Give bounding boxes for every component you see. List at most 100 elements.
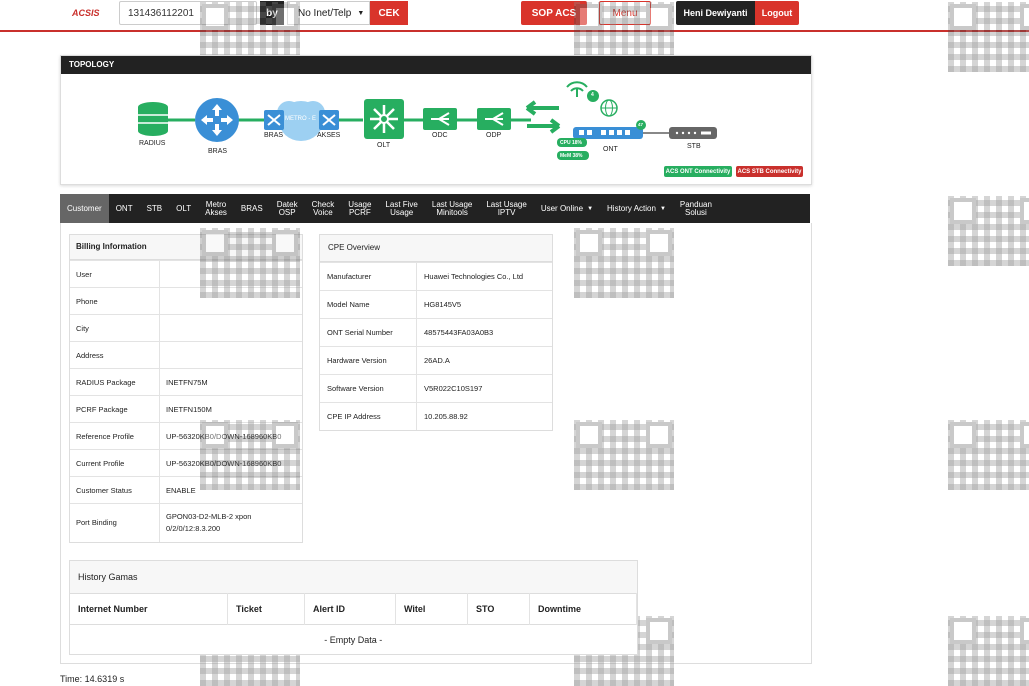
topology-title: TOPOLOGY: [61, 56, 811, 74]
column-header: Downtime: [529, 593, 637, 625]
row-key: Phone: [70, 287, 160, 315]
tab-bar: Customer ONT STB OLT Metro Akses BRAS Da…: [60, 194, 810, 223]
table-row: RADIUS Package INETFN75M: [70, 368, 302, 396]
row-key: Customer Status: [70, 476, 160, 504]
table-header-row: Internet Number Ticket Alert ID Witel ST…: [70, 593, 637, 625]
column-header: Ticket: [227, 593, 305, 625]
panel-title: CPE Overview: [320, 235, 552, 262]
tab-label: STB: [146, 203, 163, 213]
tab-label: OLT: [176, 203, 192, 213]
table-row: Address: [70, 341, 302, 369]
user-name-button[interactable]: Heni Dewiyanti: [676, 1, 755, 25]
row-key: Port Binding: [70, 503, 160, 542]
ont-port-badge: 47: [638, 122, 644, 127]
cpe-table: Manufacturer Huawei Technologies Co., Ltd…: [320, 262, 552, 430]
column-header: Internet Number: [70, 593, 228, 625]
watermark-qr-pattern: [574, 420, 674, 490]
node-label-akses: AKSES: [317, 132, 341, 139]
tab-datek-osp[interactable]: Datek OSP: [270, 194, 305, 223]
watermark-qr-pattern: [574, 228, 674, 298]
acs-ont-connectivity-badge[interactable]: ACS ONT Connectivity: [664, 166, 732, 177]
tab-label: History Action: [607, 203, 656, 213]
odc-icon: [423, 108, 457, 130]
tab-check-voice[interactable]: Check Voice: [305, 194, 342, 223]
node-label-ont: ONT: [603, 146, 618, 153]
table-row: City: [70, 314, 302, 342]
node-label-bras: BRAS: [264, 132, 284, 139]
row-key: Hardware Version: [320, 346, 417, 375]
row-value: GPON03-D2-MLB-2 xpon 0/2/0/12:8.3.200: [159, 503, 302, 542]
cpe-overview-panel: CPE Overview Manufacturer Huawei Technolo…: [319, 234, 553, 431]
topology-panel: TOPOLOGY RADIUS BRAS BRAS METRO - E AKSE…: [60, 55, 812, 185]
tab-label: User Online: [540, 203, 584, 213]
tab-label: Last Usage Minitools: [431, 199, 473, 217]
row-key: Software Version: [320, 374, 417, 403]
tab-label: Panduan Solusi: [679, 199, 712, 217]
router-icon: [195, 98, 239, 142]
row-value: INETFN75M: [159, 368, 302, 396]
tab-label: Datek OSP: [276, 199, 298, 217]
node-label-olt: OLT: [377, 142, 391, 149]
tab-label: Check Voice: [311, 199, 335, 217]
tab-metro-akses[interactable]: Metro Akses: [198, 194, 234, 223]
table-row: CPE IP Address 10.205.88.92: [320, 402, 552, 430]
row-value: 10.205.88.92: [416, 402, 552, 430]
tab-label: Usage PCRF: [348, 199, 372, 217]
history-gamas-panel: History Gamas Internet Number Ticket Ale…: [69, 560, 638, 655]
column-header: Alert ID: [304, 593, 396, 625]
tab-label: ONT: [115, 203, 133, 213]
empty-data-text: - Empty Data -: [70, 624, 637, 654]
node-label-radius: RADIUS: [139, 140, 166, 147]
row-key: Reference Profile: [70, 422, 160, 450]
node-label-bras: BRAS: [208, 148, 228, 155]
tab-last-five-usage[interactable]: Last Five Usage: [378, 194, 424, 223]
row-key: User: [70, 260, 160, 288]
tab-stb[interactable]: STB: [140, 194, 170, 223]
search-type-value: No Inet/Telp: [298, 7, 352, 19]
tab-panduan-solusi[interactable]: Panduan Solusi: [673, 194, 719, 223]
tab-ont[interactable]: ONT: [109, 194, 140, 223]
watermark-qr-pattern: [948, 420, 1029, 490]
ont-device-icon: [573, 120, 646, 139]
row-key: Address: [70, 341, 160, 369]
tab-label: Last Five Usage: [385, 199, 418, 217]
watermark-qr-pattern: [948, 196, 1029, 266]
table-row: Hardware Version 26AD.A: [320, 346, 552, 375]
tab-last-usage-minitools[interactable]: Last Usage Minitools: [425, 194, 479, 223]
watermark-qr-pattern: [200, 420, 300, 490]
tab-label: Last Usage IPTV: [486, 199, 527, 217]
mem-usage: MeM 38%: [560, 153, 583, 159]
row-key: City: [70, 314, 160, 342]
tab-bras[interactable]: BRAS: [234, 194, 270, 223]
top-navbar: ACSIS by No Inet/Telp ▼ CEK SOP ACS Menu…: [0, 0, 1029, 32]
row-key: RADIUS Package: [70, 368, 160, 396]
row-value: 48575443FA03A0B3: [416, 318, 552, 347]
tab-user-online[interactable]: User Online ▼: [534, 194, 600, 223]
table-row: Port Binding GPON03-D2-MLB-2 xpon 0/2/0/1…: [70, 503, 302, 542]
logout-button[interactable]: Logout: [755, 1, 799, 25]
row-value: [159, 314, 302, 342]
tab-customer[interactable]: Customer: [60, 194, 109, 223]
tab-label: BRAS: [240, 203, 263, 213]
column-header: Witel: [395, 593, 468, 625]
row-key: PCRF Package: [70, 395, 160, 423]
watermark-qr-pattern: [200, 228, 300, 298]
billing-table: User Phone City Address RADIUS Package IN…: [70, 260, 302, 542]
watermark-qr-pattern: [948, 2, 1029, 72]
cek-button[interactable]: CEK: [370, 1, 408, 25]
node-label-stb: STB: [687, 143, 701, 150]
row-value: Huawei Technologies Co., Ltd: [416, 262, 552, 291]
node-label-odp: ODP: [486, 132, 502, 139]
response-time: Time: 14.6319 s: [60, 674, 125, 684]
tab-olt[interactable]: OLT: [169, 194, 198, 223]
tab-last-usage-iptv[interactable]: Last Usage IPTV: [479, 194, 533, 223]
row-key: CPE IP Address: [320, 402, 417, 430]
node-label-odc: ODC: [432, 132, 448, 139]
table-row: Model Name HG8145V5: [320, 290, 552, 319]
stb-icon: [669, 127, 717, 139]
acs-stb-connectivity-badge[interactable]: ACS STB Connectivity: [736, 166, 803, 177]
row-key: Manufacturer: [320, 262, 417, 291]
tab-usage-pcrf[interactable]: Usage PCRF: [341, 194, 378, 223]
table-row: Manufacturer Huawei Technologies Co., Ltd: [320, 262, 552, 291]
tab-history-action[interactable]: History Action ▼: [600, 194, 673, 223]
